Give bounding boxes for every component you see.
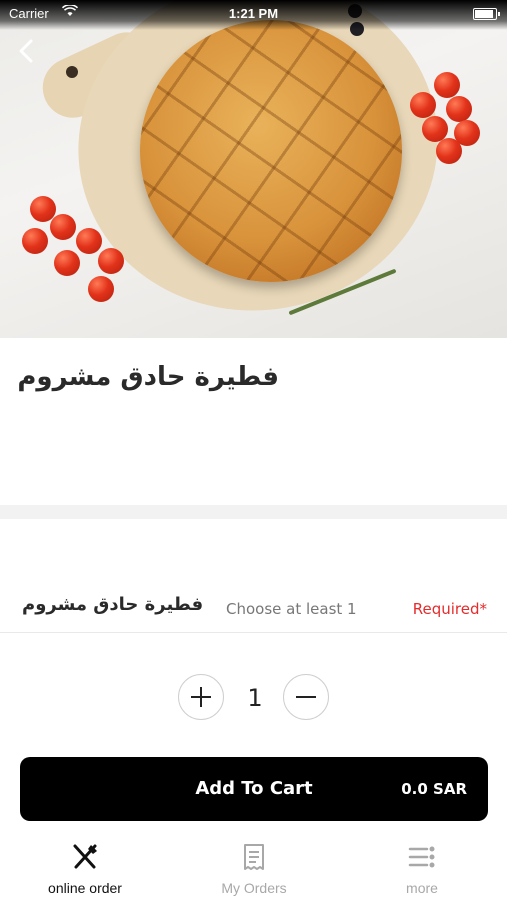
add-to-cart-button[interactable]: Add To Cart 0.0 SAR (20, 757, 488, 821)
required-badge: Required* (412, 600, 487, 618)
battery-icon (473, 8, 500, 20)
pie (140, 20, 402, 282)
chevron-left-icon (19, 39, 33, 63)
increase-quantity-button[interactable] (178, 674, 224, 720)
tomato (88, 276, 114, 302)
tab-label: more (406, 880, 438, 896)
option-group-hint: Choose at least 1 (226, 600, 357, 618)
board-hole (66, 66, 78, 78)
tab-online-order[interactable]: online order (0, 836, 170, 900)
tab-label: My Orders (221, 880, 287, 896)
status-bar: Carrier 1:21 PM (0, 0, 507, 28)
tomato (434, 72, 460, 98)
decrease-quantity-button[interactable] (283, 674, 329, 720)
tomato (54, 250, 80, 276)
back-button[interactable] (12, 36, 42, 66)
receipt-icon (239, 842, 269, 872)
menu-dots-icon (407, 842, 437, 872)
tomato (436, 138, 462, 164)
cart-total-price: 0.0 SAR (401, 780, 467, 798)
option-group-title: فطيرة حادق مشروم (22, 594, 204, 615)
section-divider (0, 505, 507, 519)
tab-label: online order (48, 880, 122, 896)
tomato (446, 96, 472, 122)
tab-bar: online order My Orders more (0, 836, 507, 900)
tomato (22, 228, 48, 254)
tomato (410, 92, 436, 118)
divider (0, 632, 507, 633)
tab-my-orders[interactable]: My Orders (169, 836, 339, 900)
product-title: فطيرة حادق مشروم (17, 362, 279, 392)
quantity-stepper: 1 (0, 674, 507, 722)
tomato (50, 214, 76, 240)
product-image (0, 0, 507, 338)
option-group-header: فطيرة حادق مشروم Choose at least 1 Requi… (0, 590, 507, 632)
tomato (76, 228, 102, 254)
status-time: 1:21 PM (228, 6, 279, 21)
quantity-value: 1 (247, 684, 263, 712)
tab-more[interactable]: more (337, 836, 507, 900)
tomato (98, 248, 124, 274)
fork-knife-icon (70, 842, 100, 872)
